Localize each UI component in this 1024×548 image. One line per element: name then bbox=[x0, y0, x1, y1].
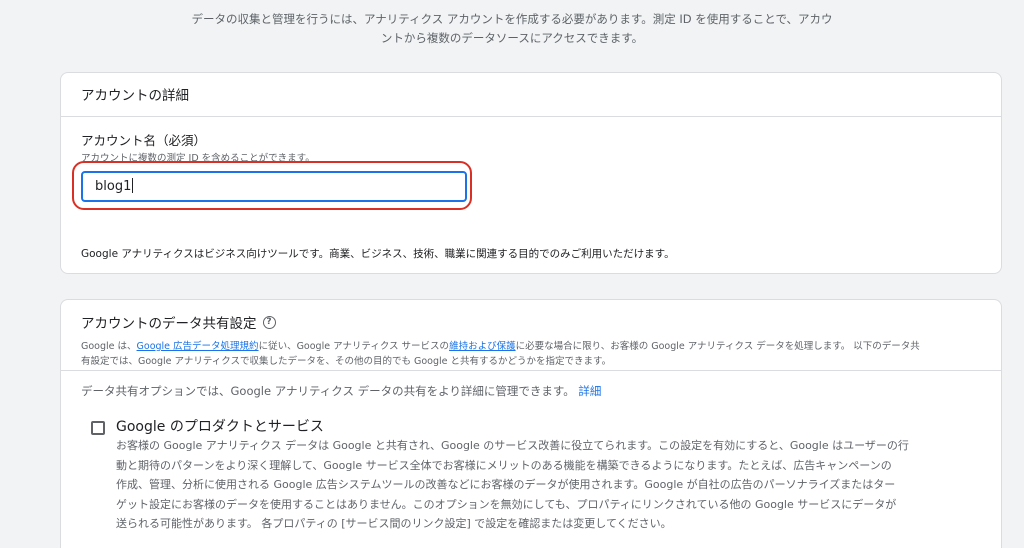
data-sharing-card: アカウントのデータ共有設定 ? Google は、Google 広告データ処理規… bbox=[60, 299, 1002, 548]
desc-line-2: 有設定では、Google アナリティクスで収集したデータを、その他の目的でも G… bbox=[81, 356, 612, 367]
ads-data-terms-link[interactable]: Google 広告データ処理規約 bbox=[137, 341, 259, 352]
data-sharing-description: Google は、Google 広告データ処理規約に従い、Google アナリテ… bbox=[81, 339, 981, 369]
text-caret bbox=[132, 178, 134, 193]
learn-more-link[interactable]: 詳細 bbox=[578, 384, 601, 398]
data-sharing-title: アカウントのデータ共有設定 bbox=[81, 316, 257, 332]
intro-line-1: データの収集と管理を行うには、アナリティクス アカウントを作成する必要があります… bbox=[191, 12, 833, 26]
account-name-value: blog1 bbox=[95, 179, 132, 194]
maintain-protect-link[interactable]: 維持および保護 bbox=[449, 341, 516, 352]
account-name-input[interactable]: blog1 bbox=[81, 171, 467, 202]
option-desc-line-2: 動と期待のパターンをより深く理解して、Google サービス全体でお客様にメリッ… bbox=[116, 458, 892, 472]
google-products-title[interactable]: Google のプロダクトとサービス bbox=[116, 416, 324, 436]
intro-text: データの収集と管理を行うには、アナリティクス アカウントを作成する必要があります… bbox=[150, 10, 874, 48]
option-desc-line-3: 作成、管理、分析に使用される Google 広告システムツールの改善などにお客様… bbox=[116, 478, 896, 491]
desc-text-3: に必要な場合に限り、お客様の Google アナリティクス データを処理します。… bbox=[515, 341, 920, 352]
help-icon[interactable]: ? bbox=[262, 315, 276, 329]
account-details-card: アカウントの詳細 アカウント名（必須） アカウントに複数の測定 ID を含めるこ… bbox=[60, 72, 1002, 274]
account-details-title: アカウントの詳細 bbox=[61, 73, 1001, 117]
desc-text-1: Google は、 bbox=[81, 341, 137, 352]
share-note-text: データ共有オプションでは、Google アナリティクス データの共有をより詳細に… bbox=[81, 384, 575, 398]
option-desc-line-4: ゲット設定にお客様のデータを使用することはありません。このオプションを無効にして… bbox=[116, 497, 897, 511]
share-options-note: データ共有オプションでは、Google アナリティクス データの共有をより詳細に… bbox=[81, 383, 601, 399]
option-desc-line-5: 送られる可能性があります。 各プロパティの [サービス間のリンク設定] で設定を… bbox=[116, 517, 672, 530]
option-desc-line-1: お客様の Google アナリティクス データは Google と共有され、Go… bbox=[116, 439, 909, 452]
business-use-note: Google アナリティクスはビジネス向けツールです。商業、ビジネス、技術、職業… bbox=[81, 248, 675, 260]
account-name-label: アカウント名（必須） bbox=[81, 133, 207, 148]
desc-text-2: に従い、Google アナリティクス サービスの bbox=[258, 341, 450, 352]
data-sharing-header: アカウントのデータ共有設定 ? Google は、Google 広告データ処理規… bbox=[61, 300, 1001, 371]
intro-line-2: ントから複数のデータソースにアクセスできます。 bbox=[380, 31, 644, 45]
google-products-checkbox[interactable] bbox=[91, 421, 105, 435]
google-products-description: お客様の Google アナリティクス データは Google と共有され、Go… bbox=[116, 436, 974, 534]
